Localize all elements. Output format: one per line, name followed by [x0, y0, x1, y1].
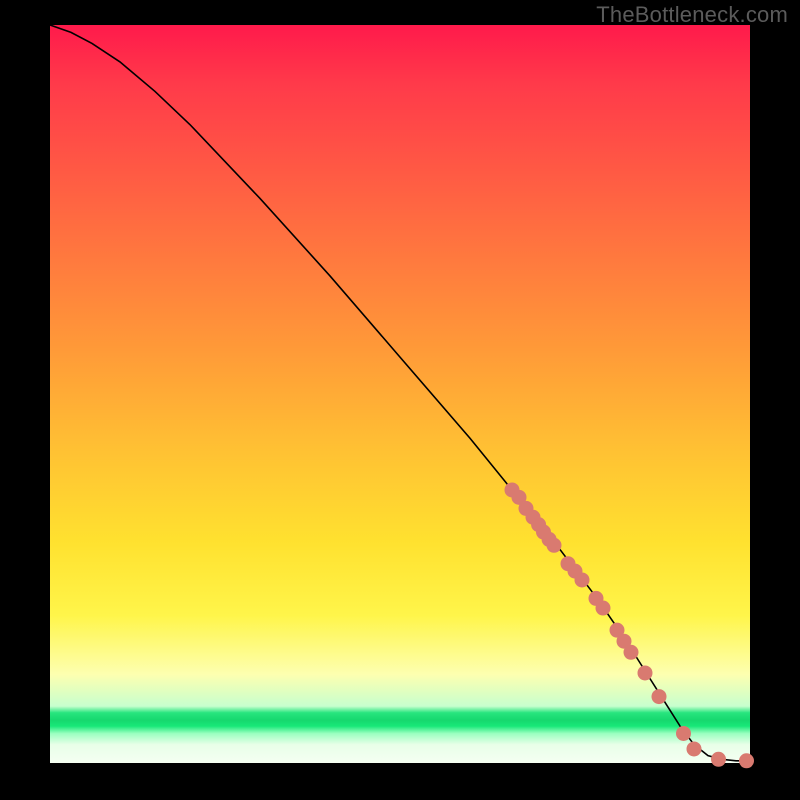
data-point [638, 665, 653, 680]
chart-stage: TheBottleneck.com [0, 0, 800, 800]
data-point [547, 538, 562, 553]
data-point [575, 572, 590, 587]
plot-area [50, 25, 750, 763]
data-point [596, 601, 611, 616]
data-point [676, 726, 691, 741]
chart-svg [50, 25, 750, 763]
series-curve [50, 25, 750, 761]
data-point [687, 741, 702, 756]
data-point [711, 752, 726, 767]
data-point [739, 753, 754, 768]
series-markers [505, 482, 755, 768]
data-point [624, 645, 639, 660]
data-point [652, 689, 667, 704]
